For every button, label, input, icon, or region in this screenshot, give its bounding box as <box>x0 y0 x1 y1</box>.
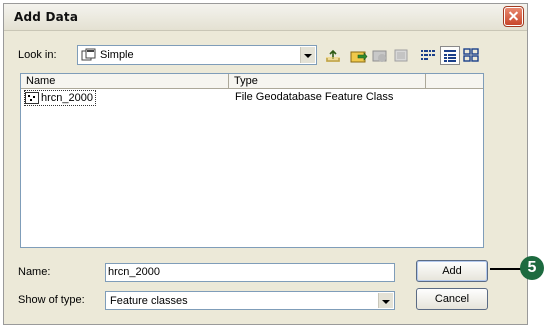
list-view-button[interactable] <box>418 46 438 65</box>
connect-to-folder-button[interactable] <box>349 46 369 65</box>
list-item-name: hrcn_2000 <box>41 92 93 104</box>
point-feature-class-icon <box>25 92 39 104</box>
thumbnails-view-button[interactable] <box>461 46 481 65</box>
show-of-type-value: Feature classes <box>110 295 188 307</box>
column-header-name[interactable]: Name <box>21 74 229 89</box>
list-view-icon <box>421 50 435 60</box>
file-list[interactable]: Name Type hrcn_2000 File Geodatabase Fea… <box>20 73 484 248</box>
name-input-box[interactable] <box>105 263 395 282</box>
geodatabase-icon <box>81 48 96 61</box>
details-view-icon <box>444 50 456 62</box>
add-data-dialog: Add Data Look in: Simple Name Type hrcn_… <box>3 3 528 325</box>
list-item-name-cell[interactable]: hrcn_2000 <box>24 90 96 106</box>
look-in-dropdown[interactable]: Simple <box>77 45 317 65</box>
look-in-label: Look in: <box>18 49 57 61</box>
delete-icon <box>394 49 408 62</box>
callout-leader-line <box>490 268 522 270</box>
column-header-empty <box>426 74 483 89</box>
add-button[interactable]: Add <box>416 260 488 282</box>
chevron-down-icon[interactable] <box>300 47 315 63</box>
title-bar: Add Data <box>4 4 527 31</box>
thumbnails-view-icon <box>463 48 479 62</box>
up-one-level-button[interactable] <box>323 46 343 65</box>
show-of-type-dropdown[interactable]: Feature classes <box>105 291 395 310</box>
column-header-type[interactable]: Type <box>229 74 426 89</box>
close-button[interactable] <box>503 6 524 27</box>
disconnect-folder-icon <box>372 50 387 62</box>
show-of-type-label: Show of type: <box>18 294 85 306</box>
list-item[interactable]: hrcn_2000 File Geodatabase Feature Class <box>21 89 483 106</box>
dialog-title: Add Data <box>14 10 79 24</box>
disconnect-folder-button[interactable] <box>370 46 390 65</box>
list-item-type: File Geodatabase Feature Class <box>235 91 394 103</box>
step-callout-badge: 5 <box>520 256 544 280</box>
name-label: Name: <box>18 266 51 278</box>
chevron-down-icon[interactable] <box>378 293 393 308</box>
delete-button[interactable] <box>391 46 411 65</box>
details-view-button[interactable] <box>440 46 460 65</box>
name-input[interactable] <box>108 266 368 278</box>
connect-to-folder-icon <box>350 51 368 63</box>
up-one-level-icon <box>326 49 340 62</box>
look-in-value: Simple <box>100 49 134 61</box>
cancel-button[interactable]: Cancel <box>416 288 488 310</box>
